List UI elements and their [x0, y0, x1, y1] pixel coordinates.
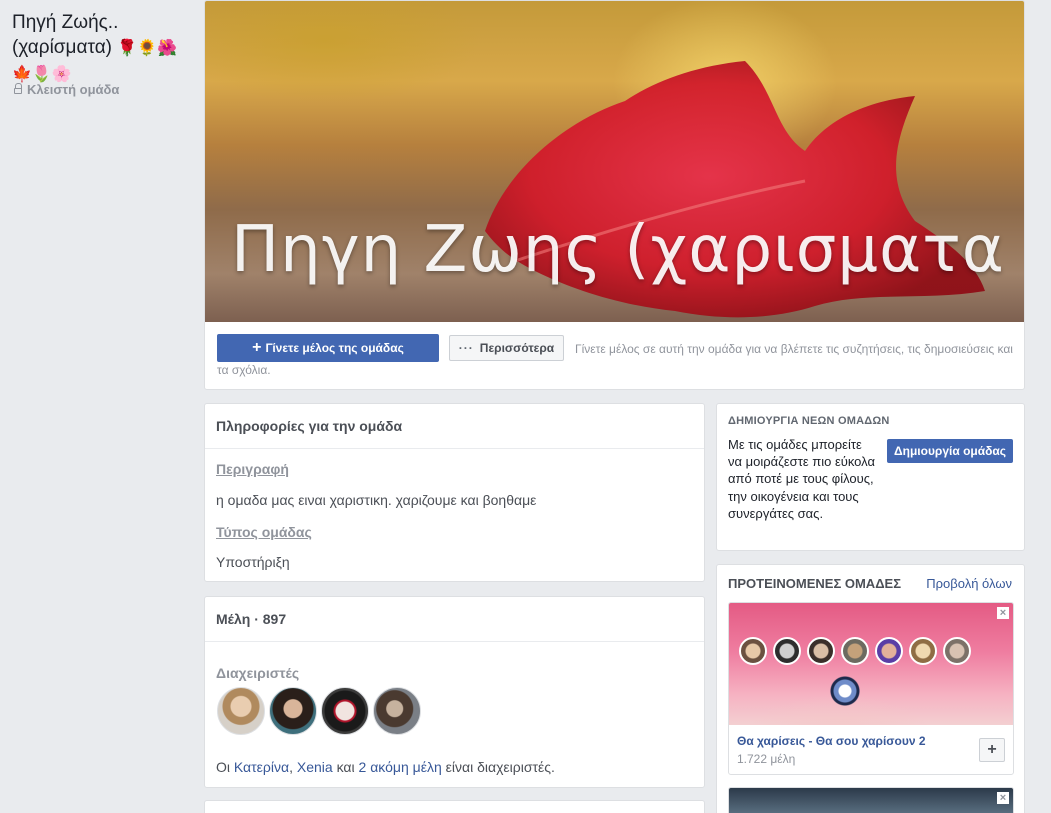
members-header[interactable]: Μέλη · 897	[205, 597, 704, 642]
lock-icon	[14, 83, 22, 94]
admins-prefix: Οι	[216, 759, 230, 775]
avatar	[909, 637, 937, 665]
admins-and: και	[336, 759, 355, 775]
create-groups-title: ΔΗΜΙΟΥΡΓΙΑ ΝΕΩΝ ΟΜΑΔΩΝ	[728, 415, 890, 427]
avatar[interactable]	[321, 687, 369, 735]
avatar	[875, 637, 903, 665]
create-group-button[interactable]: Δημιουργία ομάδας	[887, 439, 1013, 463]
title-emoji-1: 🌹🌻🌺	[117, 40, 178, 57]
avatar[interactable]	[217, 687, 265, 735]
close-icon[interactable]: ×	[997, 792, 1009, 804]
create-groups-card: ΔΗΜΙΟΥΡΓΙΑ ΝΕΩΝ ΟΜΑΔΩΝ Με τις ομάδες μπο…	[716, 403, 1025, 551]
create-groups-text: Με τις ομάδες μπορείτε να μοιράζεστε πιο…	[728, 437, 875, 521]
cover-text: Πηγη Ζωης (χαρισματα )	[231, 213, 1025, 287]
about-header: Πληροφορίες για την ομάδα	[205, 404, 704, 449]
description-label: Περιγραφή	[216, 461, 289, 477]
avatar[interactable]	[269, 687, 317, 735]
close-icon[interactable]: ×	[997, 607, 1009, 619]
suggested-group-item[interactable]: ×	[728, 787, 1014, 813]
avatar	[943, 637, 971, 665]
suggested-group-name[interactable]: Θα χαρίσεις - Θα σου χαρίσουν 2	[737, 734, 926, 748]
admin-link-2[interactable]: Xenia	[297, 759, 333, 775]
group-title-text[interactable]: Πηγή Ζωής.. (χαρίσματα)	[12, 12, 118, 58]
avatar[interactable]	[373, 687, 421, 735]
description-text: η ομαδα μας ειναι χαριστικη. χαριζουμε κ…	[216, 492, 537, 508]
cover-photo[interactable]: Πηγη Ζωης (χαρισματα )	[205, 1, 1025, 322]
group-title[interactable]: Πηγή Ζωής.. (χαρίσματα) 🌹🌻🌺 🍁🌷🌸	[12, 10, 192, 87]
admin-avatars	[217, 687, 421, 735]
avatar	[807, 637, 835, 665]
suggested-group-item[interactable]: × Θα χαρίσεις - Θα σου χαρίσουν 2 1.722 …	[728, 602, 1014, 775]
join-hint-text: Γίνετε μέλος σε αυτή την ομάδα για να βλ…	[217, 342, 1013, 377]
admin-link-1[interactable]: Κατερίνα	[234, 759, 289, 775]
see-all-link[interactable]: Προβολή όλων	[926, 576, 1012, 591]
avatar	[841, 637, 869, 665]
more-admins-link[interactable]: 2 ακόμη μέλη	[359, 759, 442, 775]
suggested-title: ΠΡΟΤΕΙΝΟΜΕΝΕΣ ΟΜΑΔΕΣ	[728, 576, 902, 591]
avatar	[773, 637, 801, 665]
admins-suffix: είναι διαχειριστές.	[445, 759, 555, 775]
privacy-text: Κλειστή ομάδα	[27, 82, 120, 97]
add-icon[interactable]: +	[979, 738, 1005, 762]
members-card: Μέλη · 897 Διαχειριστές Οι Κατερίνα, Xen…	[204, 596, 705, 788]
admins-line: Οι Κατερίνα, Xenia και 2 ακόμη μέλη είνα…	[216, 759, 555, 775]
suggested-groups-card: ΠΡΟΤΕΙΝΟΜΕΝΕΣ ΟΜΑΔΕΣ Προβολή όλων × Θα χ…	[716, 564, 1025, 813]
privacy-label: Κλειστή ομάδα	[14, 82, 119, 97]
avatar	[739, 637, 767, 665]
admins-separator: ,	[289, 759, 293, 775]
next-card	[204, 800, 705, 813]
suggested-group-members: 1.722 μέλη	[737, 752, 796, 766]
group-type-text: Υποστήριξη	[216, 554, 290, 570]
member-faces	[739, 637, 971, 665]
group-type-label: Τύπος ομάδας	[216, 524, 312, 540]
title-emoji-2: 🍁🌷🌸	[12, 66, 72, 83]
admins-label: Διαχειριστές	[216, 665, 300, 681]
about-card: Πληροφορίες για την ομάδα Περιγραφή η ομ…	[204, 403, 705, 582]
cover-card: Πηγη Ζωης (χαρισματα ) + Γίνετε μέλος τη…	[204, 0, 1025, 390]
